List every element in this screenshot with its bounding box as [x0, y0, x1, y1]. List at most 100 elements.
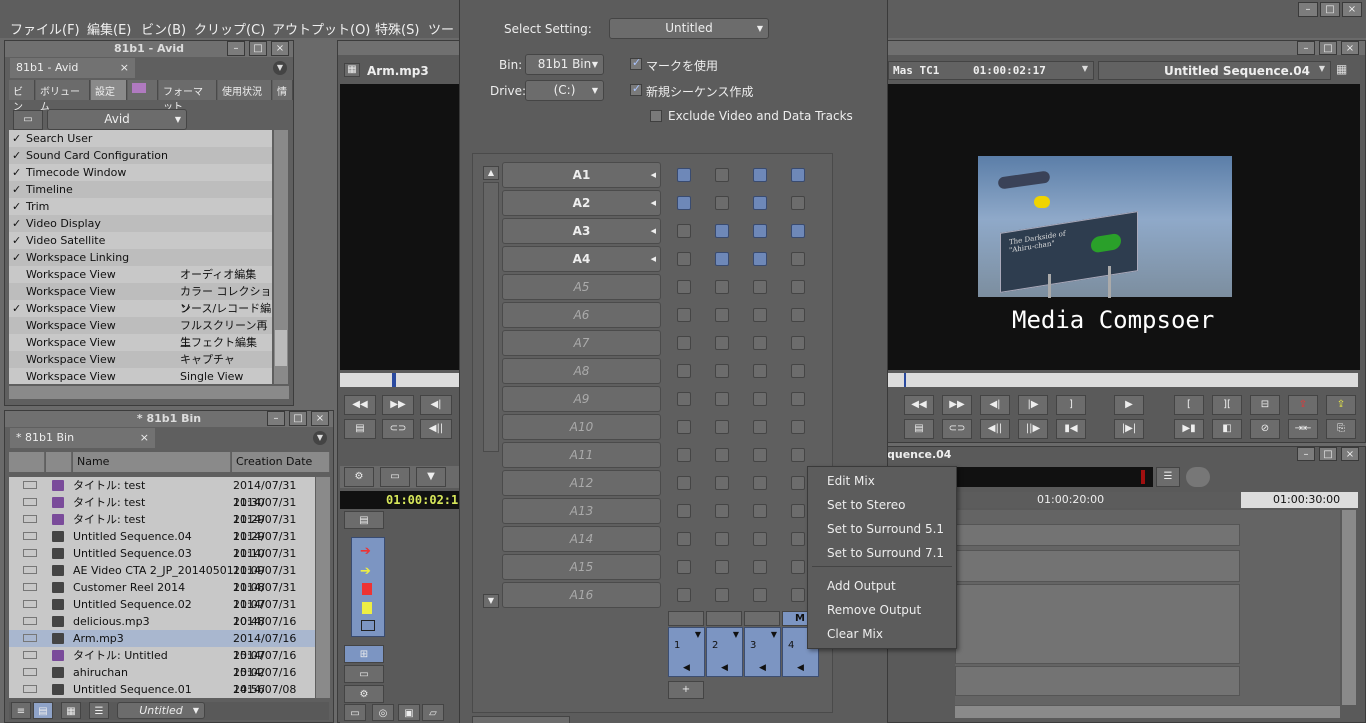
settings-row[interactable]: Workspace View オーディオ編集: [9, 266, 272, 283]
settings-scrollbar[interactable]: [274, 130, 288, 384]
patch-checkbox[interactable]: [715, 448, 729, 462]
patch-checkbox[interactable]: [753, 448, 767, 462]
bin-maximize-button[interactable]: □: [289, 411, 307, 426]
palette-settings-icon[interactable]: ⚙: [344, 467, 374, 487]
rec-tool-9-button[interactable]: ⊘: [1250, 419, 1280, 439]
bin-row[interactable]: タイトル: test 2014/07/31 11:30: [9, 477, 315, 509]
settings-close-button[interactable]: ×: [271, 41, 289, 56]
menu-clear-mix[interactable]: Clear Mix: [827, 627, 883, 641]
timeline-list-icon[interactable]: ☰: [1156, 467, 1180, 487]
settings-row[interactable]: ✓ Trim: [9, 198, 272, 215]
patch-checkbox[interactable]: [715, 420, 729, 434]
column-header-date[interactable]: Creation Date: [232, 452, 330, 472]
bin-row[interactable]: ahiruchan 2014/07/16 14:56: [9, 664, 315, 696]
patch-checkbox[interactable]: [677, 392, 691, 406]
output-header-button[interactable]: [668, 611, 704, 626]
menu-remove-output[interactable]: Remove Output: [827, 603, 921, 617]
track-a8-button[interactable]: A8: [502, 358, 661, 384]
subtab-format[interactable]: フォーマット: [159, 80, 217, 113]
track-selector-button[interactable]: ▤: [344, 511, 384, 529]
patch-checkbox[interactable]: [753, 336, 767, 350]
patch-checkbox[interactable]: [715, 504, 729, 518]
patch-checkbox[interactable]: [677, 364, 691, 378]
track-a4-button[interactable]: A4 ◀: [502, 246, 661, 272]
subtab-usage[interactable]: 使用状況: [218, 80, 272, 100]
settings-row[interactable]: ✓ Timeline: [9, 181, 272, 198]
close-tab-icon[interactable]: ×: [120, 61, 129, 74]
timeline-maximize-button[interactable]: □: [1319, 447, 1337, 461]
patch-checkbox[interactable]: [753, 224, 767, 238]
menu-clip[interactable]: クリップ(C): [194, 19, 265, 38]
output-header-button[interactable]: [744, 611, 780, 626]
patch-checkbox[interactable]: [791, 308, 805, 322]
settings-row[interactable]: ✓Workspace Viewソース/レコード編集: [9, 300, 272, 332]
patch-checkbox[interactable]: [791, 224, 805, 238]
timeline-minimize-button[interactable]: –: [1297, 447, 1315, 461]
patch-checkbox[interactable]: [715, 392, 729, 406]
bin-row[interactable]: タイトル: test 2014/07/31 11:29: [9, 511, 315, 543]
bin-row[interactable]: AE Video CTA 2_JP_20140501 2014/07/31 11:…: [9, 562, 315, 594]
patch-checkbox[interactable]: [677, 560, 691, 574]
source-position-bar[interactable]: [340, 373, 459, 387]
timeline-ruler[interactable]: 01:00:20:00 01:00:30:00: [955, 492, 1358, 508]
timeline-h-scrollbar[interactable]: [955, 706, 1340, 718]
menu-add-output[interactable]: Add Output: [827, 579, 896, 593]
settings-view-button[interactable]: ▭: [13, 110, 43, 130]
rec-tool-4-button[interactable]: ||▶: [1018, 419, 1048, 439]
mark-clip-button[interactable]: ][: [1212, 395, 1242, 415]
track-a5-button[interactable]: A5: [502, 274, 661, 300]
new-sequence-checkbox[interactable]: [630, 82, 642, 96]
record-menu-icon[interactable]: ▦: [1336, 62, 1356, 78]
rec-mark-out-nav-button[interactable]: ]: [1056, 395, 1086, 415]
patch-checkbox[interactable]: [791, 280, 805, 294]
patch-checkbox[interactable]: [677, 168, 691, 182]
track-mode-button[interactable]: ⊞: [344, 645, 384, 663]
patch-checkbox[interactable]: [753, 560, 767, 574]
palette-down-icon[interactable]: ▼: [416, 467, 446, 487]
patch-checkbox[interactable]: [677, 476, 691, 490]
timeline-close-button[interactable]: ×: [1341, 447, 1359, 461]
output-1-box[interactable]: 1 ▼ ◀: [668, 627, 705, 677]
column-header-blank[interactable]: [9, 452, 45, 472]
patch-checkbox[interactable]: [753, 364, 767, 378]
bin-row[interactable]: タイトル: Untitled 2014/07/16 15:02: [9, 647, 315, 679]
track-a9-button[interactable]: A9: [502, 386, 661, 412]
patch-checkbox[interactable]: [677, 280, 691, 294]
rec-tool-11-button[interactable]: ⎘: [1326, 419, 1356, 439]
track-scroll-up-button[interactable]: ▲: [483, 166, 499, 180]
patch-checkbox[interactable]: [791, 420, 805, 434]
extract-splice-icon[interactable]: ➔: [360, 564, 371, 579]
patch-checkbox[interactable]: [791, 392, 805, 406]
dialog-bottom-button[interactable]: [472, 716, 570, 723]
rec-tool-10-button[interactable]: ⇥⇤: [1288, 419, 1318, 439]
menu-edit[interactable]: 編集(E): [87, 19, 131, 38]
timeline-footer-btn-3[interactable]: ▣: [398, 704, 420, 721]
patch-checkbox[interactable]: [715, 196, 729, 210]
settings-row[interactable]: ✓ Search User: [9, 130, 272, 147]
bin-row[interactable]: Arm.mp3 2014/07/16 15:07: [9, 630, 315, 662]
rec-fast-forward-button[interactable]: ▶▶: [942, 395, 972, 415]
rec-tool-5-button[interactable]: ▮◀: [1056, 419, 1086, 439]
use-marks-checkbox[interactable]: [630, 56, 642, 70]
track-a10-button[interactable]: A10: [502, 414, 661, 440]
timeline-footer-btn-1[interactable]: ▭: [344, 704, 366, 721]
settings-row[interactable]: ✓ Workspace Linking: [9, 249, 272, 266]
column-header-icon[interactable]: [46, 452, 72, 472]
source-tool-2-button[interactable]: ⊂⊃: [382, 419, 414, 439]
patch-checkbox[interactable]: [677, 420, 691, 434]
patch-checkbox[interactable]: [791, 532, 805, 546]
menu-set-surround-71[interactable]: Set to Surround 7.1: [827, 546, 944, 560]
patch-checkbox[interactable]: [753, 532, 767, 546]
patch-checkbox[interactable]: [753, 420, 767, 434]
record-tc-bar[interactable]: Mas TC1 01:00:02:17 ▼: [888, 61, 1094, 80]
menu-set-stereo[interactable]: Set to Stereo: [827, 498, 905, 512]
track-button-3[interactable]: ⚙: [344, 685, 384, 703]
bin-view-script-button[interactable]: ☰: [89, 702, 109, 719]
patch-checkbox[interactable]: [715, 252, 729, 266]
rec-step-forward-button[interactable]: |▶: [1018, 395, 1048, 415]
record-position-bar[interactable]: [888, 373, 1358, 387]
app-close-button[interactable]: ×: [1342, 2, 1362, 17]
panel-menu-icon[interactable]: ▼: [273, 61, 287, 75]
patch-checkbox[interactable]: [677, 224, 691, 238]
output-2-box[interactable]: 2 ▼ ◀: [706, 627, 743, 677]
